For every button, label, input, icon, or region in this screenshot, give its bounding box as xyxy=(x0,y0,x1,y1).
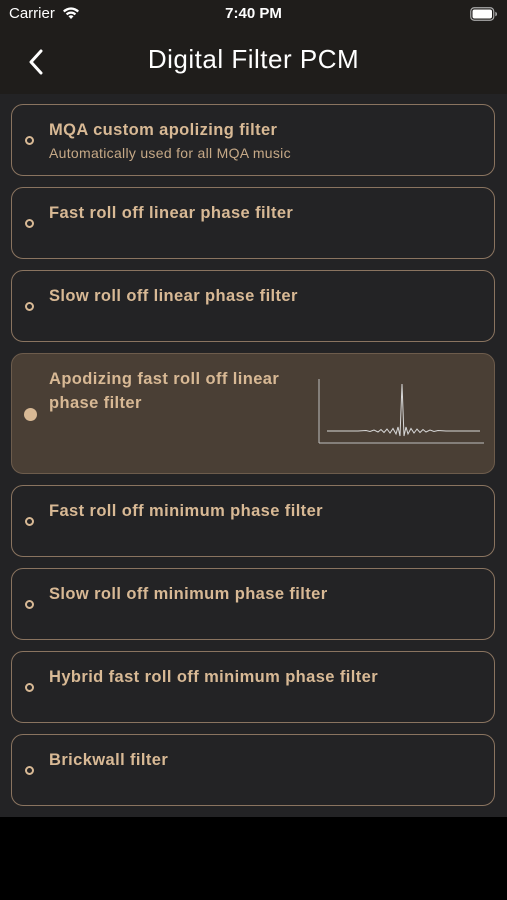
option-label: Slow roll off linear phase filter xyxy=(49,287,298,305)
option-slow-roll-off-linear-phase[interactable]: Slow roll off linear phase filter xyxy=(11,270,495,342)
radio-unselected-icon xyxy=(25,136,34,145)
radio-unselected-icon xyxy=(25,683,34,692)
radio-unselected-icon xyxy=(25,600,34,609)
option-slow-roll-off-minimum-phase[interactable]: Slow roll off minimum phase filter xyxy=(11,568,495,640)
option-apodizing-fast-roll-off-linear-phase[interactable]: Apodizing fast roll off linear phase fil… xyxy=(11,353,495,474)
battery-icon xyxy=(470,7,498,25)
radio-unselected-icon xyxy=(25,219,34,228)
option-brickwall-filter[interactable]: Brickwall filter xyxy=(11,734,495,806)
option-fast-roll-off-linear-phase[interactable]: Fast roll off linear phase filter xyxy=(11,187,495,259)
radio-unselected-icon xyxy=(25,302,34,311)
radio-unselected-icon xyxy=(25,766,34,775)
option-label-line-1: Apodizing fast roll off linear xyxy=(49,370,280,388)
page-title: Digital Filter PCM xyxy=(147,44,360,74)
status-bar: Carrier 7:40 PM xyxy=(0,0,507,28)
option-label: Slow roll off minimum phase filter xyxy=(49,585,328,603)
radio-unselected-icon xyxy=(25,517,34,526)
bottom-blank-area xyxy=(0,817,507,900)
option-label: Fast roll off minimum phase filter xyxy=(49,502,323,520)
option-fast-roll-off-minimum-phase[interactable]: Fast roll off minimum phase filter xyxy=(11,485,495,557)
option-label: MQA custom apolizing filter xyxy=(49,121,278,139)
option-subtitle: Automatically used for all MQA music xyxy=(49,145,291,161)
option-hybrid-fast-roll-off-minimum-phase[interactable]: Hybrid fast roll off minimum phase filte… xyxy=(11,651,495,723)
option-mqa-custom-apolizing-filter[interactable]: MQA custom apolizing filter Automaticall… xyxy=(11,104,495,176)
impulse-response-graph-icon xyxy=(318,379,484,450)
status-time: 7:40 PM xyxy=(225,5,282,22)
radio-selected-icon xyxy=(24,408,37,421)
phone-screen: Carrier 7:40 PM Digital Filter PCM MQA c… xyxy=(0,0,507,900)
filter-option-list: MQA custom apolizing filter Automaticall… xyxy=(0,94,507,817)
option-label-line-2: phase filter xyxy=(49,394,142,412)
navigation-bar: Digital Filter PCM xyxy=(0,28,507,94)
option-label: Fast roll off linear phase filter xyxy=(49,204,294,222)
option-label: Hybrid fast roll off minimum phase filte… xyxy=(49,668,379,686)
option-label: Brickwall filter xyxy=(49,751,169,769)
